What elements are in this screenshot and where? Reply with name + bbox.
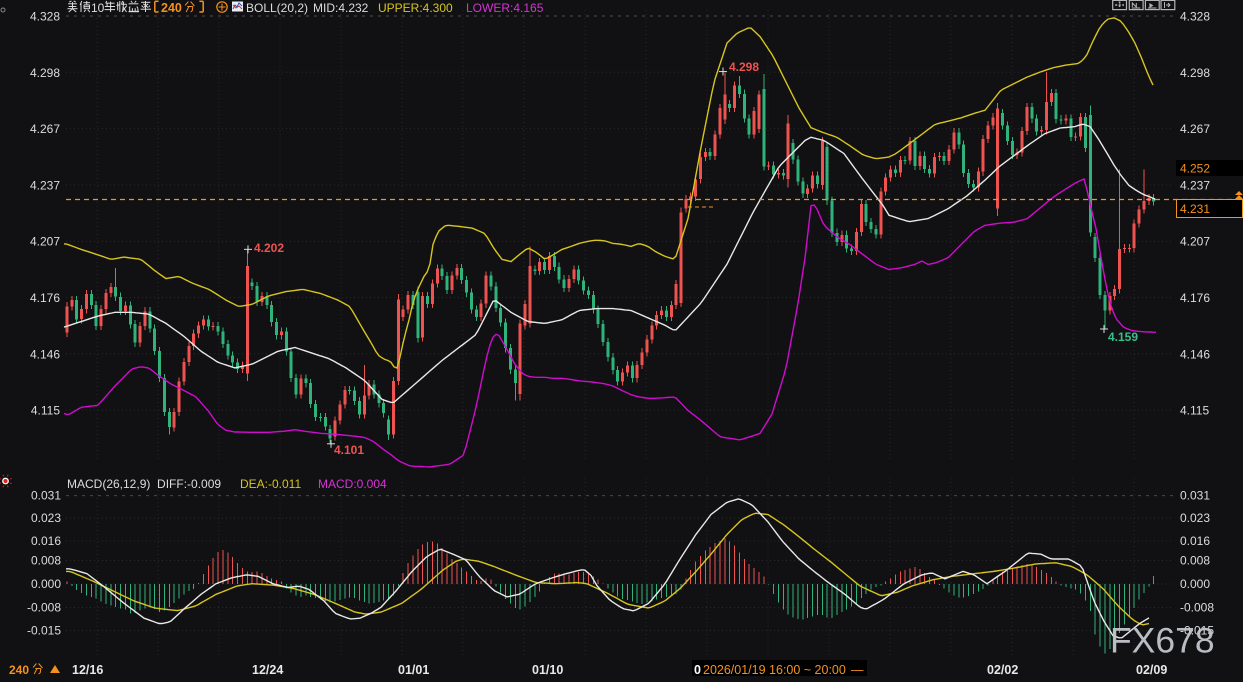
svg-text:FX678: FX678: [1110, 621, 1215, 661]
svg-text:BOLL(20,2): BOLL(20,2): [246, 1, 308, 15]
svg-text:4.298: 4.298: [729, 60, 759, 74]
svg-text:10: 10: [91, 1, 105, 15]
svg-text:4.207: 4.207: [1180, 235, 1210, 249]
svg-text:12/16: 12/16: [72, 663, 103, 677]
svg-text:4.298: 4.298: [30, 66, 60, 80]
svg-text:2026/01/19 16:00 ~ 20:00: 2026/01/19 16:00 ~ 20:00: [703, 663, 846, 677]
svg-text:240: 240: [9, 663, 29, 677]
svg-text:0.031: 0.031: [1180, 489, 1210, 503]
svg-text:4.159: 4.159: [1108, 330, 1138, 344]
svg-text:4.176: 4.176: [1180, 291, 1210, 305]
svg-text:4.298: 4.298: [1180, 66, 1210, 80]
svg-text:0.031: 0.031: [31, 489, 61, 503]
svg-text:4.202: 4.202: [254, 241, 284, 255]
svg-text:4.267: 4.267: [1180, 122, 1210, 136]
svg-text:01/10: 01/10: [532, 663, 563, 677]
svg-text:4.328: 4.328: [1180, 10, 1210, 24]
svg-text:4.146: 4.146: [1180, 347, 1210, 361]
svg-text:MACD(26,12,9) DIFF:-0.009: MACD(26,12,9) DIFF:-0.009: [67, 477, 221, 491]
svg-text:4.115: 4.115: [31, 404, 60, 418]
svg-text:4.237: 4.237: [30, 178, 60, 192]
svg-text:0.016: 0.016: [1180, 534, 1210, 548]
svg-text:0.000: 0.000: [1180, 577, 1210, 591]
svg-text:4.267: 4.267: [30, 122, 60, 136]
svg-text:0.000: 0.000: [31, 577, 61, 591]
svg-text:4.237: 4.237: [1180, 178, 1210, 192]
svg-text:-0.015: -0.015: [27, 624, 61, 638]
svg-text:0.008: 0.008: [31, 554, 61, 568]
svg-text:4.146: 4.146: [30, 347, 60, 361]
svg-text:4.101: 4.101: [334, 443, 364, 457]
svg-text:4.328: 4.328: [30, 10, 60, 24]
svg-text:0.023: 0.023: [1180, 511, 1210, 525]
svg-text:4.176: 4.176: [30, 291, 60, 305]
svg-text:02/09: 02/09: [1136, 663, 1167, 677]
svg-text:0: 0: [694, 663, 701, 677]
svg-text:01/01: 01/01: [398, 663, 429, 677]
svg-text:MID:4.232: MID:4.232: [313, 1, 369, 15]
svg-text:4.115: 4.115: [1180, 404, 1209, 418]
svg-text:-0.008: -0.008: [1180, 601, 1214, 615]
svg-text:UPPER:4.300: UPPER:4.300: [378, 1, 453, 15]
svg-text:MACD:0.004: MACD:0.004: [318, 477, 387, 491]
svg-text:4.207: 4.207: [30, 235, 60, 249]
svg-text:4.252: 4.252: [1180, 162, 1210, 176]
svg-text:—: —: [851, 663, 864, 677]
svg-text:0.016: 0.016: [31, 534, 61, 548]
svg-text:DEA:-0.011: DEA:-0.011: [240, 477, 301, 491]
svg-text:12/24: 12/24: [252, 663, 283, 677]
svg-text:240: 240: [161, 1, 182, 15]
svg-text:-0.008: -0.008: [27, 601, 61, 615]
svg-text:0.023: 0.023: [31, 511, 61, 525]
svg-text:0.008: 0.008: [1180, 554, 1210, 568]
svg-text:02/02: 02/02: [987, 663, 1018, 677]
svg-text:LOWER:4.165: LOWER:4.165: [466, 1, 544, 15]
svg-text:4.231: 4.231: [1180, 202, 1210, 216]
